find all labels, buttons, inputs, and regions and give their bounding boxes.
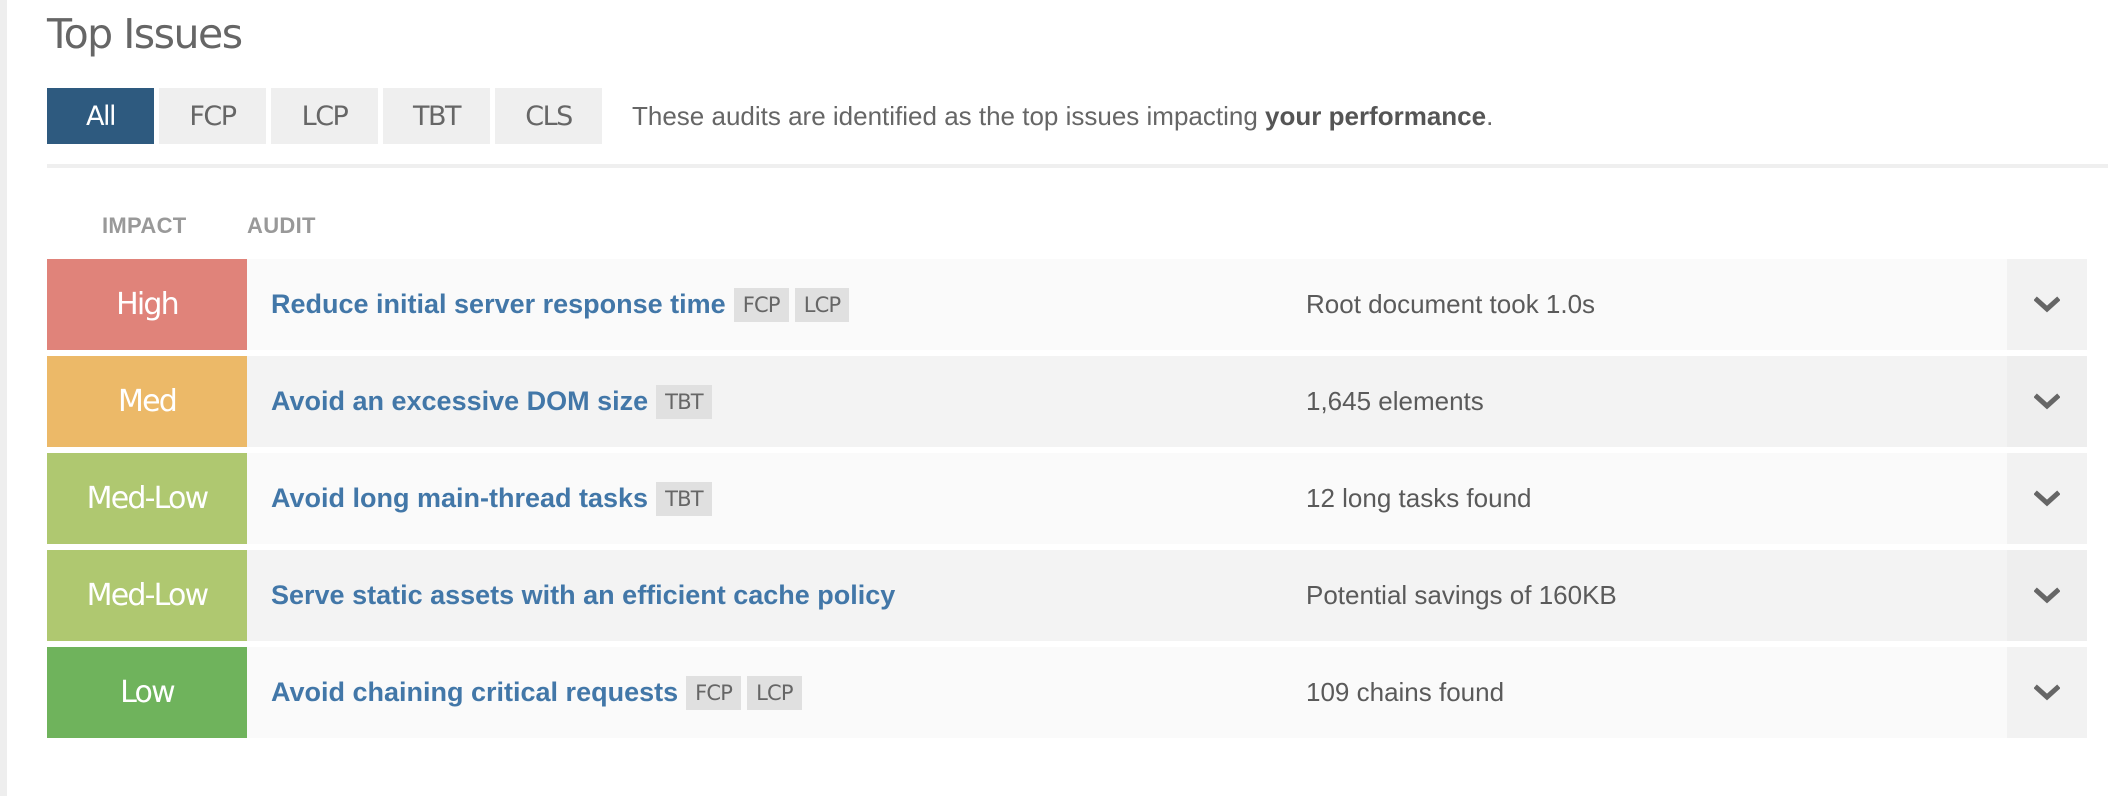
- expand-button[interactable]: [2007, 647, 2087, 738]
- chevron-down-icon: [2034, 489, 2060, 506]
- impact-badge: Med: [47, 356, 247, 447]
- audit-cell: Avoid chaining critical requests FCP LCP: [247, 647, 1306, 738]
- impact-badge: Med-Low: [47, 453, 247, 544]
- tab-fcp[interactable]: FCP: [159, 88, 266, 144]
- section-divider: [47, 164, 2108, 168]
- audit-title-link[interactable]: Avoid long main-thread tasks: [271, 483, 648, 514]
- impact-badge: Low: [47, 647, 247, 738]
- metric-tag: TBT: [656, 481, 712, 516]
- impact-badge: Med-Low: [47, 550, 247, 641]
- metric-tag: LCP: [794, 287, 850, 322]
- tab-description: These audits are identified as the top i…: [632, 101, 1493, 132]
- issue-row[interactable]: Med Avoid an excessive DOM size TBT 1,64…: [47, 356, 2087, 447]
- audit-detail: 109 chains found: [1306, 677, 1505, 707]
- audit-title-link[interactable]: Avoid chaining critical requests: [271, 677, 678, 708]
- chevron-down-icon: [2034, 392, 2060, 409]
- column-header-audit: AUDIT: [247, 213, 316, 238]
- expand-button[interactable]: [2007, 453, 2087, 544]
- audit-cell: Serve static assets with an efficient ca…: [247, 550, 1306, 641]
- tab-tbt[interactable]: TBT: [383, 88, 490, 144]
- audit-detail: Potential savings of 160KB: [1306, 580, 1617, 610]
- metric-tag: LCP: [747, 675, 802, 710]
- audit-detail: Root document took 1.0s: [1306, 289, 1596, 319]
- description-suffix: .: [1486, 100, 1494, 131]
- audit-cell: Avoid an excessive DOM size TBT: [247, 356, 1306, 447]
- issue-row[interactable]: Med-Low Serve static assets with an effi…: [47, 550, 2087, 641]
- tab-lcp[interactable]: LCP: [271, 88, 378, 144]
- description-emphasis: your performance: [1265, 100, 1487, 131]
- audit-title-link[interactable]: Reduce initial server response time: [271, 289, 726, 320]
- audit-detail: 12 long tasks found: [1306, 483, 1532, 513]
- audit-title-link[interactable]: Serve static assets with an efficient ca…: [271, 580, 895, 611]
- audit-title-link[interactable]: Avoid an excessive DOM size: [271, 386, 648, 417]
- metric-filter-tabs: All FCP LCP TBT CLS These audits are ide…: [47, 88, 1493, 144]
- tab-all[interactable]: All: [47, 88, 154, 144]
- impact-badge: High: [47, 259, 247, 350]
- audit-cell: Reduce initial server response time FCP …: [247, 259, 1306, 350]
- metric-tag: TBT: [656, 384, 712, 419]
- audit-cell: Avoid long main-thread tasks TBT: [247, 453, 1306, 544]
- page-title: Top Issues: [47, 10, 243, 58]
- expand-button[interactable]: [2007, 356, 2087, 447]
- metric-tag: FCP: [686, 675, 742, 710]
- column-header-impact: IMPACT: [102, 213, 187, 238]
- chevron-down-icon: [2034, 683, 2060, 700]
- expand-button[interactable]: [2007, 550, 2087, 641]
- chevron-down-icon: [2034, 295, 2060, 312]
- metric-tag: FCP: [733, 287, 789, 322]
- issues-list: High Reduce initial server response time…: [47, 259, 2087, 744]
- tab-cls[interactable]: CLS: [495, 88, 602, 144]
- expand-button[interactable]: [2007, 259, 2087, 350]
- description-prefix: These audits are identified as the top i…: [632, 100, 1266, 131]
- left-border-strip: [0, 0, 7, 796]
- audit-detail: 1,645 elements: [1306, 386, 1484, 416]
- issue-row[interactable]: Med-Low Avoid long main-thread tasks TBT…: [47, 453, 2087, 544]
- chevron-down-icon: [2034, 586, 2060, 603]
- issue-row[interactable]: Low Avoid chaining critical requests FCP…: [47, 647, 2087, 738]
- issue-row[interactable]: High Reduce initial server response time…: [47, 259, 2087, 350]
